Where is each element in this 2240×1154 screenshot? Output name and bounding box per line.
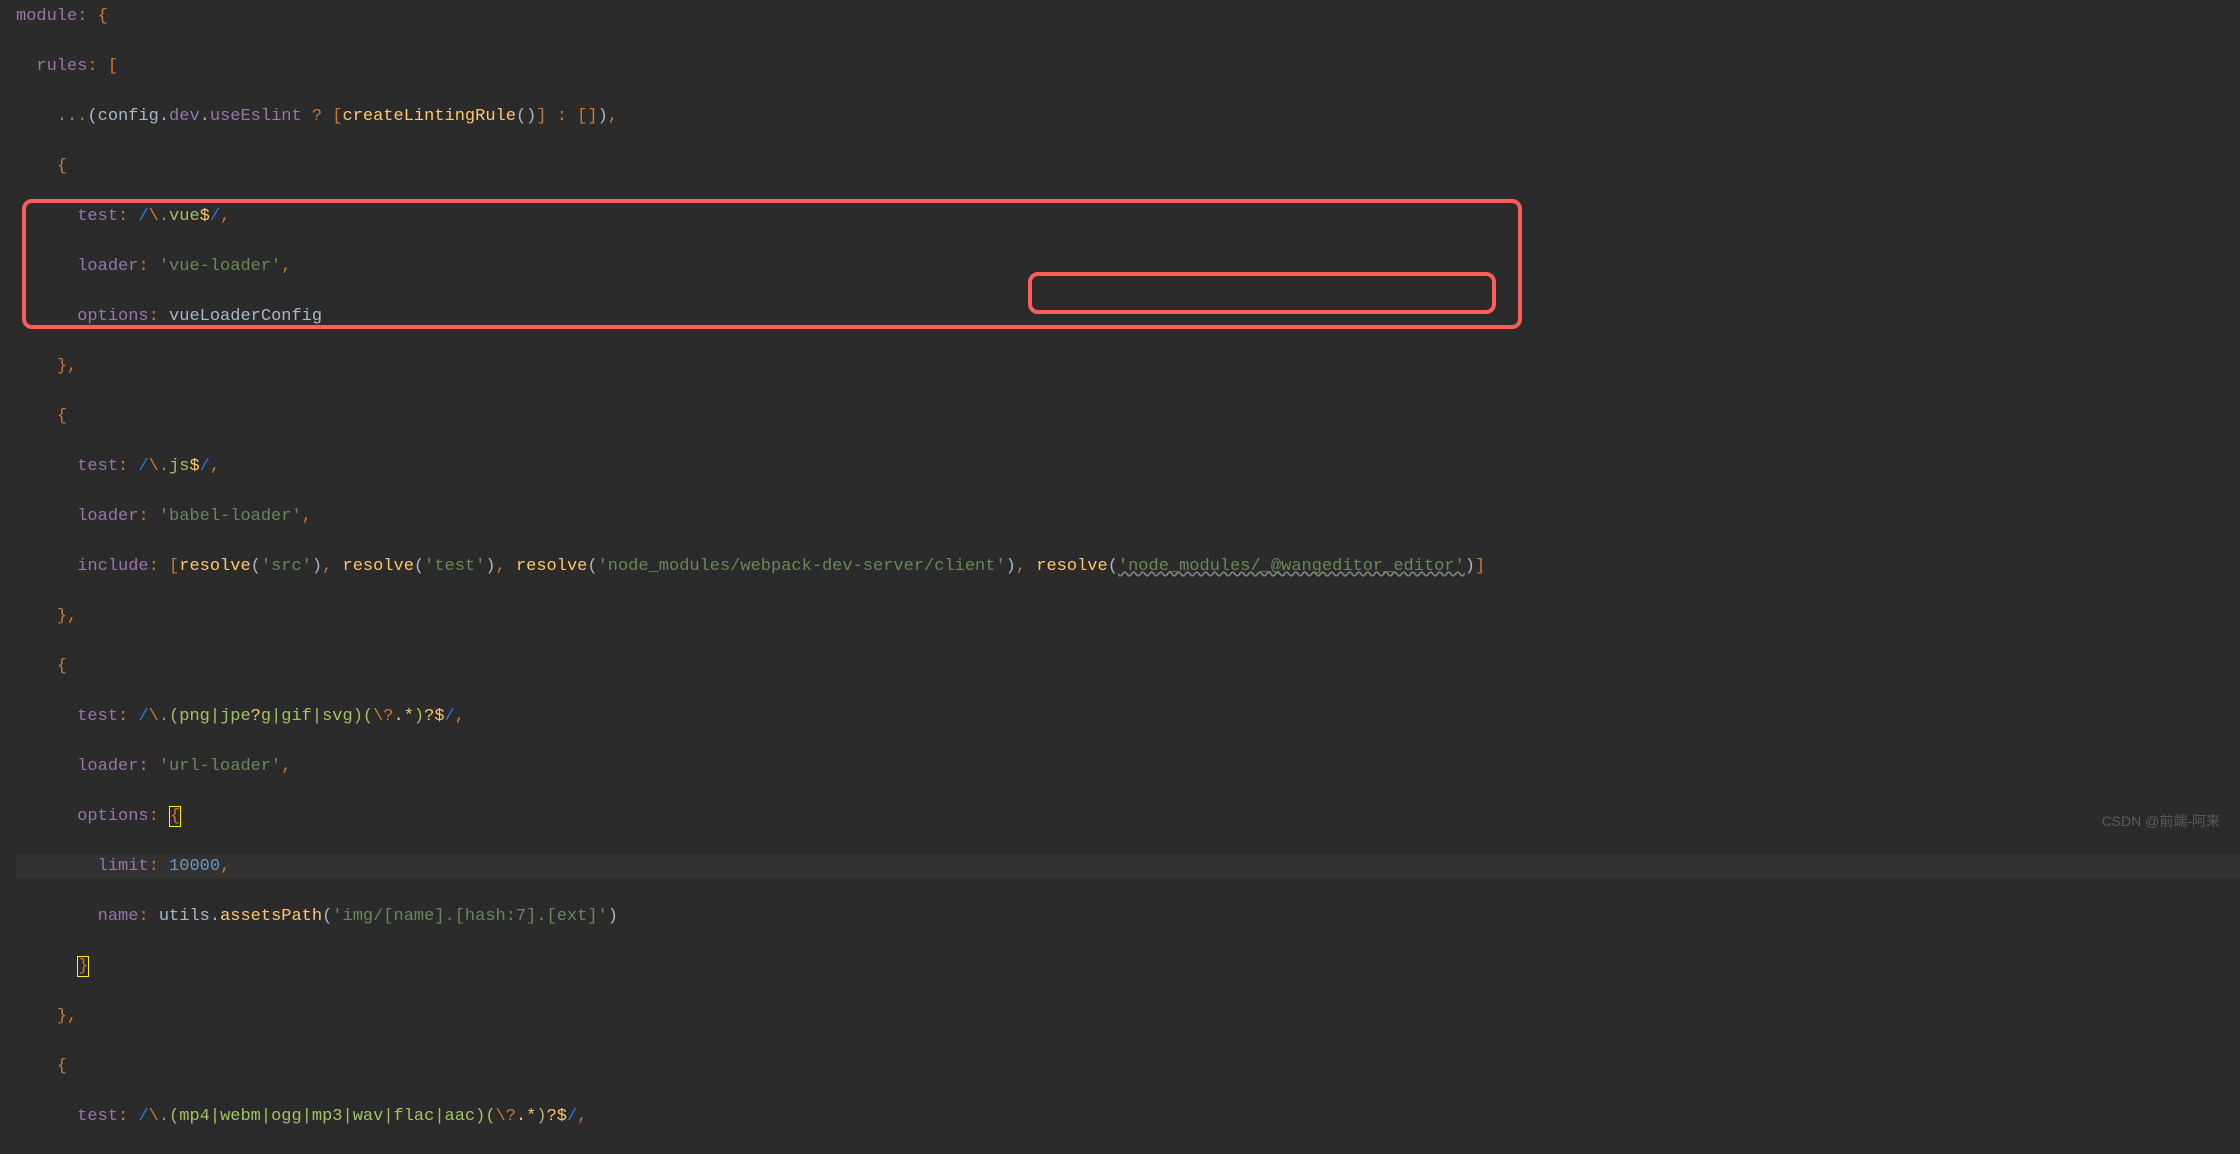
code-line: loader: 'babel-loader',: [16, 504, 2240, 529]
code-line: },: [16, 604, 2240, 629]
code-line: module: {: [16, 4, 2240, 29]
code-line: test: /\.(mp4|webm|ogg|mp3|wav|flac|aac)…: [16, 1104, 2240, 1129]
code-line: ...(config.dev.useEslint ? [createLintin…: [16, 104, 2240, 129]
code-line: loader: 'vue-loader',: [16, 254, 2240, 279]
code-line: {: [16, 654, 2240, 679]
code-line: limit: 10000,: [16, 854, 2240, 879]
code-line: test: /\.vue$/,: [16, 204, 2240, 229]
code-line: {: [16, 1054, 2240, 1079]
code-editor[interactable]: module: { rules: [ ...(config.dev.useEsl…: [0, 0, 2240, 1154]
code-line: test: /\.js$/,: [16, 454, 2240, 479]
code-line: },: [16, 1004, 2240, 1029]
code-line: name: utils.assetsPath('img/[name].[hash…: [16, 904, 2240, 929]
watermark: CSDN @前端-阿来: [2102, 809, 2220, 834]
code-line: },: [16, 354, 2240, 379]
code-line: include: [resolve('src'), resolve('test'…: [16, 554, 2240, 579]
code-line: }: [16, 954, 2240, 979]
code-line: test: /\.(png|jpe?g|gif|svg)(\?.*)?$/,: [16, 704, 2240, 729]
code-line: options: {: [16, 804, 2240, 829]
code-line: {: [16, 404, 2240, 429]
code-line: options: vueLoaderConfig: [16, 304, 2240, 329]
code-line: {: [16, 154, 2240, 179]
code-line: rules: [: [16, 54, 2240, 79]
code-line: loader: 'url-loader',: [16, 754, 2240, 779]
